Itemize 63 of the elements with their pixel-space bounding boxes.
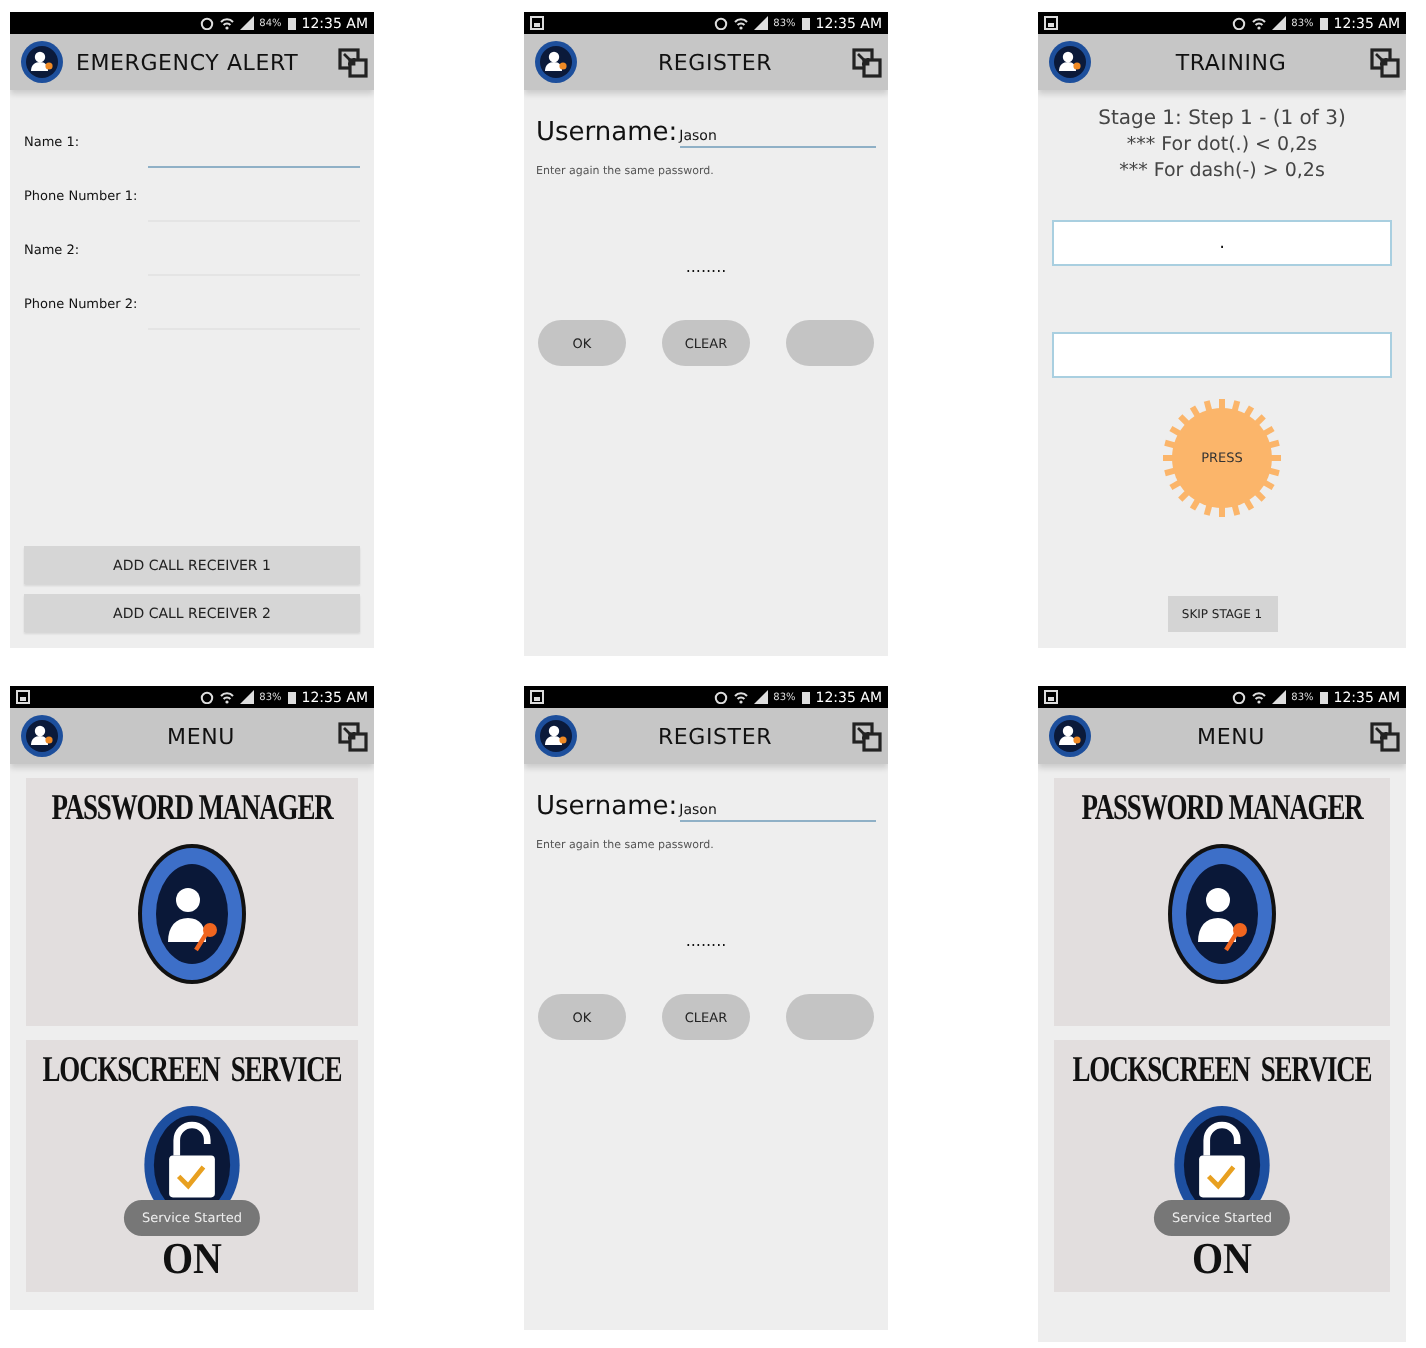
battery-icon: [287, 16, 296, 30]
user-key-icon: [136, 842, 248, 986]
signal-icon: [239, 16, 254, 30]
screen-title: MENU: [165, 723, 237, 749]
alarm-icon: [199, 690, 214, 704]
alarm-icon: [1231, 16, 1246, 30]
alarm-icon: [713, 16, 728, 30]
exit-icon[interactable]: [852, 721, 882, 751]
battery-icon: [287, 690, 296, 704]
battery-icon: [801, 690, 810, 704]
card-title: PASSWORD MANAGER: [51, 786, 333, 830]
exit-icon[interactable]: [1370, 721, 1400, 751]
screen-title: REGISTER: [655, 723, 775, 749]
wifi-icon: [733, 16, 748, 30]
menu-card[interactable]: PASSWORD MANAGER: [1054, 778, 1390, 1026]
instruction-text: Stage 1: Step 1 - (1 of 3): [1096, 106, 1348, 132]
blank-pill-button[interactable]: [786, 320, 874, 366]
wifi-icon: [219, 16, 234, 30]
app-logo-icon: [1048, 714, 1092, 758]
battery-icon: [801, 16, 810, 30]
alarm-icon: [1231, 690, 1246, 704]
alarm-icon: [199, 16, 214, 30]
screen-title: EMERGENCY ALERT: [76, 49, 301, 75]
screen-title: REGISTER: [655, 49, 775, 75]
app-logo-icon: [20, 714, 64, 758]
battery-icon: [1319, 690, 1328, 704]
instruction-text: *** For dot(.) < 0,2s: [1124, 132, 1320, 158]
signal-icon: [239, 690, 254, 704]
password-field[interactable]: ........: [685, 258, 727, 276]
wifi-icon: [733, 690, 748, 704]
answer-input-field[interactable]: [1052, 332, 1392, 378]
app-logo-icon: [1048, 40, 1092, 84]
wifi-icon: [219, 690, 234, 704]
app-logo-icon: [20, 40, 64, 84]
blank-pill-button[interactable]: [786, 994, 874, 1040]
wifi-icon: [1251, 690, 1266, 704]
menu-card[interactable]: PASSWORD MANAGER: [26, 778, 358, 1026]
card-title: LOCKSCREEN SERVICE: [1072, 1048, 1372, 1092]
screen-title: TRAINING: [1173, 49, 1289, 75]
service-state: ON: [1192, 1235, 1252, 1287]
username-label: Username:: [536, 792, 678, 822]
card-title: PASSWORD MANAGER: [1081, 786, 1363, 830]
card-title: LOCKSCREEN SERVICE: [42, 1048, 342, 1092]
signal-icon: [1271, 690, 1286, 704]
signal-icon: [753, 690, 768, 704]
alarm-icon: [713, 690, 728, 704]
exit-icon[interactable]: [338, 47, 368, 77]
exit-icon[interactable]: [852, 47, 882, 77]
screen-title: MENU: [1195, 723, 1267, 749]
signal-icon: [1271, 16, 1286, 30]
app-logo-icon: [534, 714, 578, 758]
signal-input-field[interactable]: .: [1052, 220, 1392, 266]
instruction-text: *** For dash(-) > 0,2s: [1117, 158, 1327, 184]
service-state: ON: [162, 1235, 222, 1287]
battery-icon: [1319, 16, 1328, 30]
exit-icon[interactable]: [338, 721, 368, 751]
username-label: Username:: [536, 118, 678, 148]
signal-icon: [753, 16, 768, 30]
wifi-icon: [1251, 16, 1266, 30]
password-field[interactable]: ........: [685, 932, 727, 950]
exit-icon[interactable]: [1370, 47, 1400, 77]
app-logo-icon: [534, 40, 578, 84]
user-key-icon: [1166, 842, 1278, 986]
